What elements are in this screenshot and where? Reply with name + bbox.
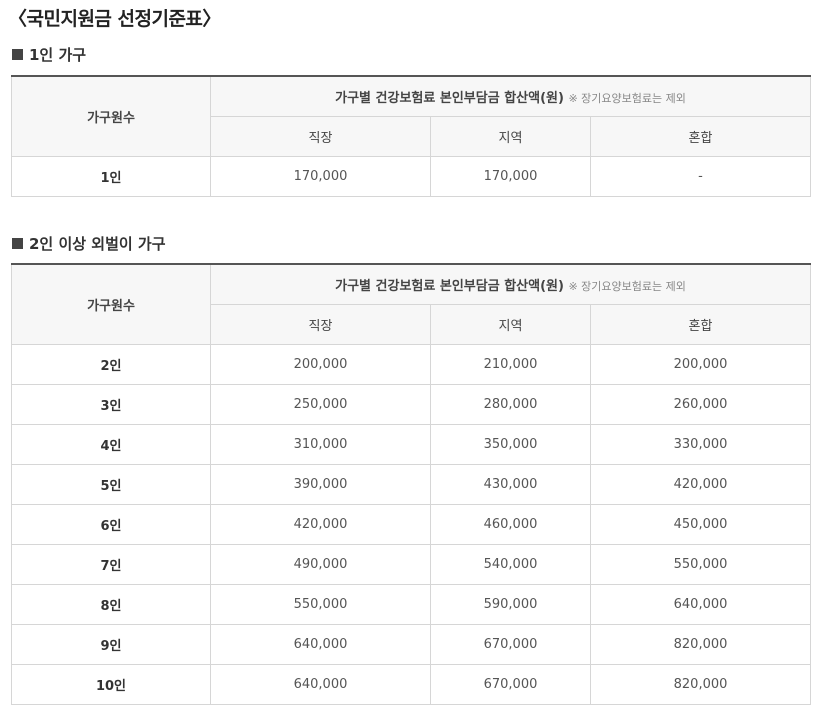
header-region: 지역 <box>430 115 591 157</box>
household-count-cell: 9인 <box>11 623 211 665</box>
region-premium-cell: 170,000 <box>430 155 591 197</box>
work-premium-cell: 200,000 <box>210 343 431 385</box>
mixed-premium-cell: 450,000 <box>589 503 812 545</box>
header-work: 직장 <box>210 115 431 157</box>
header-mixed: 혼합 <box>589 115 812 157</box>
mixed-premium-cell: 550,000 <box>589 543 812 585</box>
square-bullet-icon <box>12 49 23 60</box>
table-row: 6인 420,000 460,000 450,000 <box>11 503 812 545</box>
mixed-premium-cell: 200,000 <box>589 343 812 385</box>
table-row: 5인 390,000 430,000 420,000 <box>11 463 812 505</box>
work-premium-cell: 310,000 <box>210 423 431 465</box>
table-row: 8인 550,000 590,000 640,000 <box>11 583 812 625</box>
region-premium-cell: 540,000 <box>430 543 591 585</box>
section-heading-label: 1인 가구 <box>29 46 87 64</box>
household-count-cell: 10인 <box>11 663 211 705</box>
region-premium-cell: 350,000 <box>430 423 591 465</box>
mixed-premium-cell: 820,000 <box>589 623 812 665</box>
mixed-premium-cell: - <box>589 155 812 197</box>
work-premium-cell: 640,000 <box>210 623 431 665</box>
mixed-premium-cell: 640,000 <box>589 583 812 625</box>
table-row: 1인 170,000 170,000- <box>11 155 812 197</box>
header-premium-note: ※ 장기요양보험료는 제외 <box>568 91 686 105</box>
header-premium-note: ※ 장기요양보험료는 제외 <box>568 279 686 293</box>
square-bullet-icon <box>12 238 23 249</box>
page: 〈국민지원금 선정기준표〉 1인 가구 가구원수 가구별 건강보험료 본인부담금… <box>0 0 821 720</box>
household-count-cell: 4인 <box>11 423 211 465</box>
table-row: 9인 640,000 670,000 820,000 <box>11 623 812 665</box>
header-premium-group: 가구별 건강보험료 본인부담금 합산액(원) ※ 장기요양보험료는 제외 <box>209 75 812 117</box>
section-heading-single: 1인 가구 <box>12 44 86 65</box>
region-premium-cell: 210,000 <box>430 343 591 385</box>
section-heading-multi: 2인 이상 외벌이 가구 <box>12 233 166 254</box>
header-work: 직장 <box>210 303 431 345</box>
household-count-cell: 8인 <box>11 583 211 625</box>
work-premium-cell: 490,000 <box>210 543 431 585</box>
region-premium-cell: 590,000 <box>430 583 591 625</box>
household-count-cell: 7인 <box>11 543 211 585</box>
table-row: 3인 250,000 280,000 260,000 <box>11 383 812 425</box>
region-premium-cell: 670,000 <box>430 623 591 665</box>
header-premium-group: 가구별 건강보험료 본인부담금 합산액(원) ※ 장기요양보험료는 제외 <box>209 263 812 305</box>
table-row: 2인 200,000 210,000 200,000 <box>11 343 812 385</box>
region-premium-cell: 460,000 <box>430 503 591 545</box>
household-count-cell: 2인 <box>11 343 211 385</box>
table-row: 4인 310,000 350,000 330,000 <box>11 423 812 465</box>
header-household-count: 가구원수 <box>11 75 211 157</box>
work-premium-cell: 420,000 <box>210 503 431 545</box>
work-premium-cell: 640,000 <box>210 663 431 705</box>
header-household-count: 가구원수 <box>11 263 211 345</box>
work-premium-cell: 250,000 <box>210 383 431 425</box>
mixed-premium-cell: 420,000 <box>589 463 812 505</box>
household-count-cell: 5인 <box>11 463 211 505</box>
table-row: 7인 490,000 540,000 550,000 <box>11 543 812 585</box>
header-mixed: 혼합 <box>589 303 812 345</box>
household-count-cell: 3인 <box>11 383 211 425</box>
region-premium-cell: 670,000 <box>430 663 591 705</box>
header-region: 지역 <box>430 303 591 345</box>
household-count-cell: 6인 <box>11 503 211 545</box>
single-household-table: 가구원수 가구별 건강보험료 본인부담금 합산액(원) ※ 장기요양보험료는 제… <box>11 75 812 197</box>
household-count-cell: 1인 <box>11 155 211 197</box>
work-premium-cell: 550,000 <box>210 583 431 625</box>
table-row: 10인 640,000 670,000 820,000 <box>11 663 812 705</box>
region-premium-cell: 280,000 <box>430 383 591 425</box>
region-premium-cell: 430,000 <box>430 463 591 505</box>
section-heading-label: 2인 이상 외벌이 가구 <box>29 235 166 253</box>
work-premium-cell: 170,000 <box>210 155 431 197</box>
mixed-premium-cell: 260,000 <box>589 383 812 425</box>
multi-household-table: 가구원수 가구별 건강보험료 본인부담금 합산액(원) ※ 장기요양보험료는 제… <box>11 263 812 705</box>
page-title: 〈국민지원금 선정기준표〉 <box>8 8 221 30</box>
header-premium-label: 가구별 건강보험료 본인부담금 합산액(원) <box>335 90 564 106</box>
work-premium-cell: 390,000 <box>210 463 431 505</box>
mixed-premium-cell: 330,000 <box>589 423 812 465</box>
header-premium-label: 가구별 건강보험료 본인부담금 합산액(원) <box>335 278 564 294</box>
mixed-premium-cell: 820,000 <box>589 663 812 705</box>
